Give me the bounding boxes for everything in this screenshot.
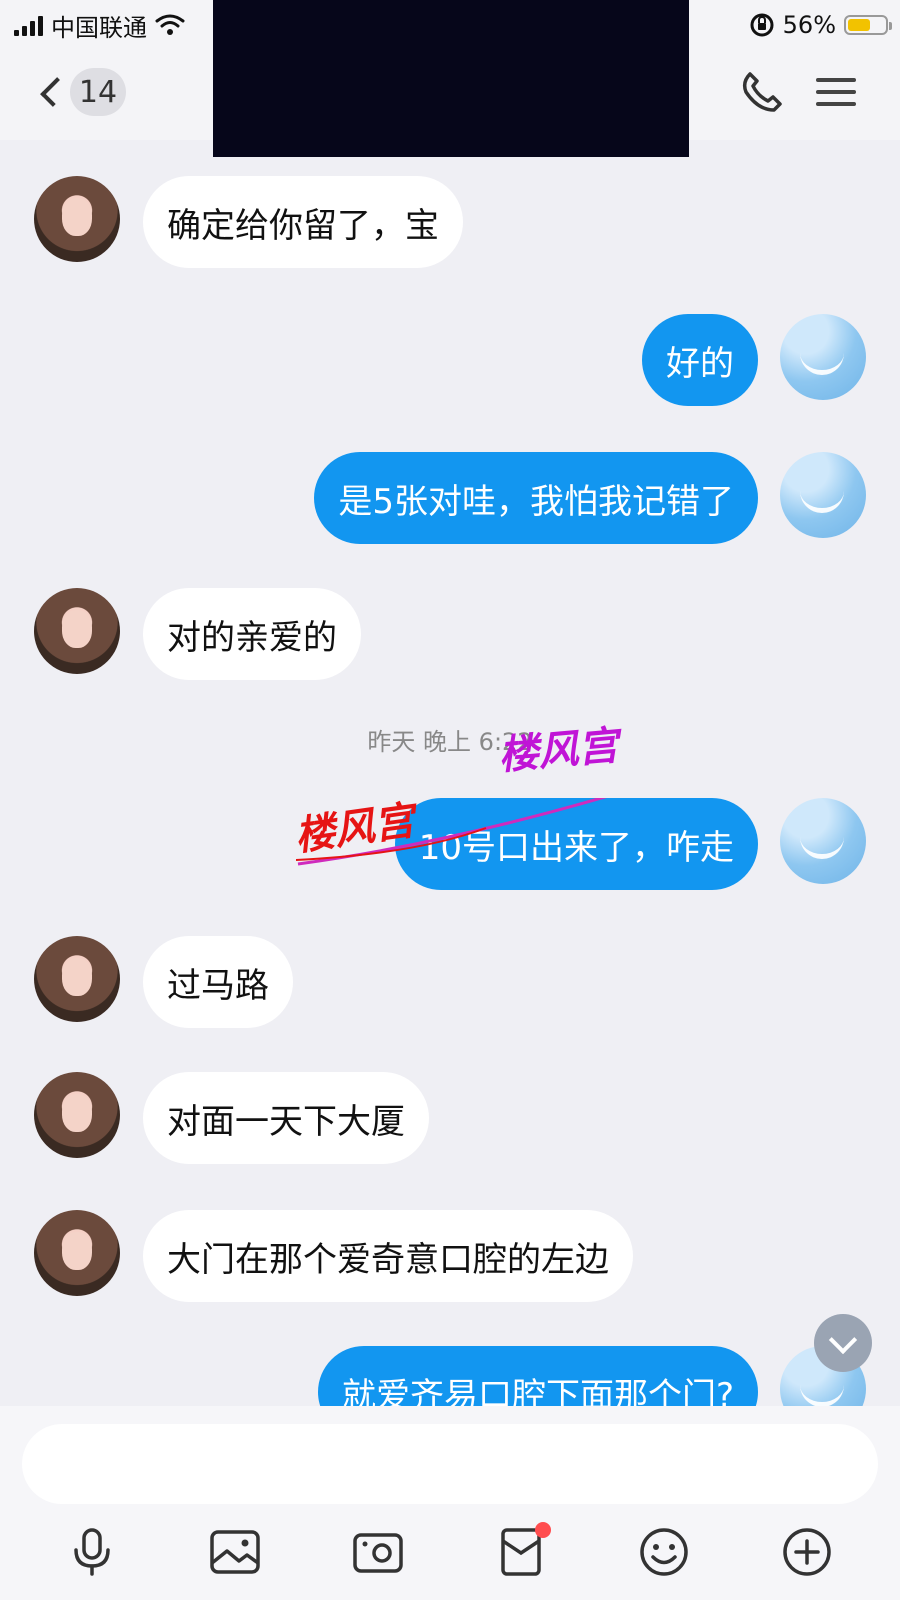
contact-avatar[interactable] — [34, 588, 120, 674]
my-avatar[interactable] — [780, 798, 866, 884]
my-avatar[interactable] — [780, 452, 866, 538]
message-bubble[interactable]: 好的 — [642, 314, 758, 406]
carrier-label: 中国联通 — [51, 13, 147, 42]
notification-dot — [535, 1522, 551, 1538]
message-bubble[interactable]: 对面一天下大厦 — [143, 1072, 429, 1164]
message-row: 10号口出来了，咋走 — [0, 798, 900, 890]
message-bubble[interactable]: 确定给你留了，宝 — [143, 176, 463, 268]
menu-icon — [816, 78, 856, 106]
unread-badge: 14 — [70, 68, 126, 116]
plus-icon — [783, 1528, 831, 1576]
scroll-to-bottom-button[interactable] — [814, 1314, 872, 1372]
contact-avatar[interactable] — [34, 936, 120, 1022]
message-bubble[interactable]: 10号口出来了，咋走 — [394, 798, 758, 890]
message-input[interactable] — [22, 1424, 878, 1504]
chat-screen: 中国联通 56% 14 确定给你留了，宝 好的 是5张对哇，我怕我记错了 对的亲… — [0, 0, 900, 1600]
message-row: 好的 — [0, 314, 900, 406]
status-bar-right: 56% — [749, 8, 892, 42]
message-bubble[interactable]: 大门在那个爱奇意口腔的左边 — [143, 1210, 633, 1302]
emoji-button[interactable] — [632, 1520, 696, 1584]
red-packet-button[interactable] — [489, 1520, 553, 1584]
message-bubble[interactable]: 过马路 — [143, 936, 293, 1028]
emoji-icon — [640, 1528, 688, 1576]
contact-avatar[interactable] — [34, 1210, 120, 1296]
call-button[interactable] — [734, 64, 790, 120]
message-bubble[interactable]: 是5张对哇，我怕我记错了 — [314, 452, 758, 544]
microphone-icon — [74, 1528, 110, 1576]
back-chevron-icon — [40, 77, 70, 107]
my-avatar[interactable] — [780, 314, 866, 400]
redacted-title — [213, 0, 689, 157]
message-row: 对面一天下大厦 — [0, 1072, 900, 1164]
more-button[interactable] — [775, 1520, 839, 1584]
signal-icon — [14, 14, 43, 36]
chat-header: 中国联通 56% 14 — [0, 0, 900, 157]
input-area — [0, 1406, 900, 1600]
message-row: 是5张对哇，我怕我记错了 — [0, 452, 900, 544]
battery-percent: 56% — [782, 11, 836, 39]
status-bar-left: 中国联通 — [14, 8, 185, 42]
input-toolbar — [0, 1510, 900, 1600]
watermark-text: 楼风宫 — [496, 722, 621, 780]
rotation-lock-icon — [750, 13, 774, 37]
camera-icon — [353, 1533, 403, 1573]
message-row: 过马路 — [0, 936, 900, 1028]
message-bubble[interactable]: 对的亲爱的 — [143, 588, 361, 680]
camera-button[interactable] — [346, 1520, 410, 1584]
image-icon — [210, 1530, 260, 1574]
phone-icon — [742, 72, 782, 112]
contact-avatar[interactable] — [34, 1072, 120, 1158]
voice-button[interactable] — [60, 1520, 124, 1584]
message-bubble[interactable]: 就爱齐易口腔下面那个门? — [317, 1346, 758, 1406]
message-row: 大门在那个爱奇意口腔的左边 — [0, 1210, 900, 1302]
menu-button[interactable] — [808, 64, 864, 120]
message-row: 确定给你留了，宝 — [0, 176, 900, 268]
gallery-button[interactable] — [203, 1520, 267, 1584]
message-row: 就爱齐易口腔下面那个门? — [0, 1346, 900, 1406]
chevron-down-icon — [828, 1325, 858, 1355]
back-button[interactable]: 14 — [36, 64, 126, 120]
contact-avatar[interactable] — [34, 176, 120, 262]
battery-icon — [844, 15, 892, 35]
wifi-icon — [155, 14, 185, 35]
message-row: 对的亲爱的 — [0, 588, 900, 680]
timestamp: 昨天 晚上 6:22 — [367, 728, 533, 756]
